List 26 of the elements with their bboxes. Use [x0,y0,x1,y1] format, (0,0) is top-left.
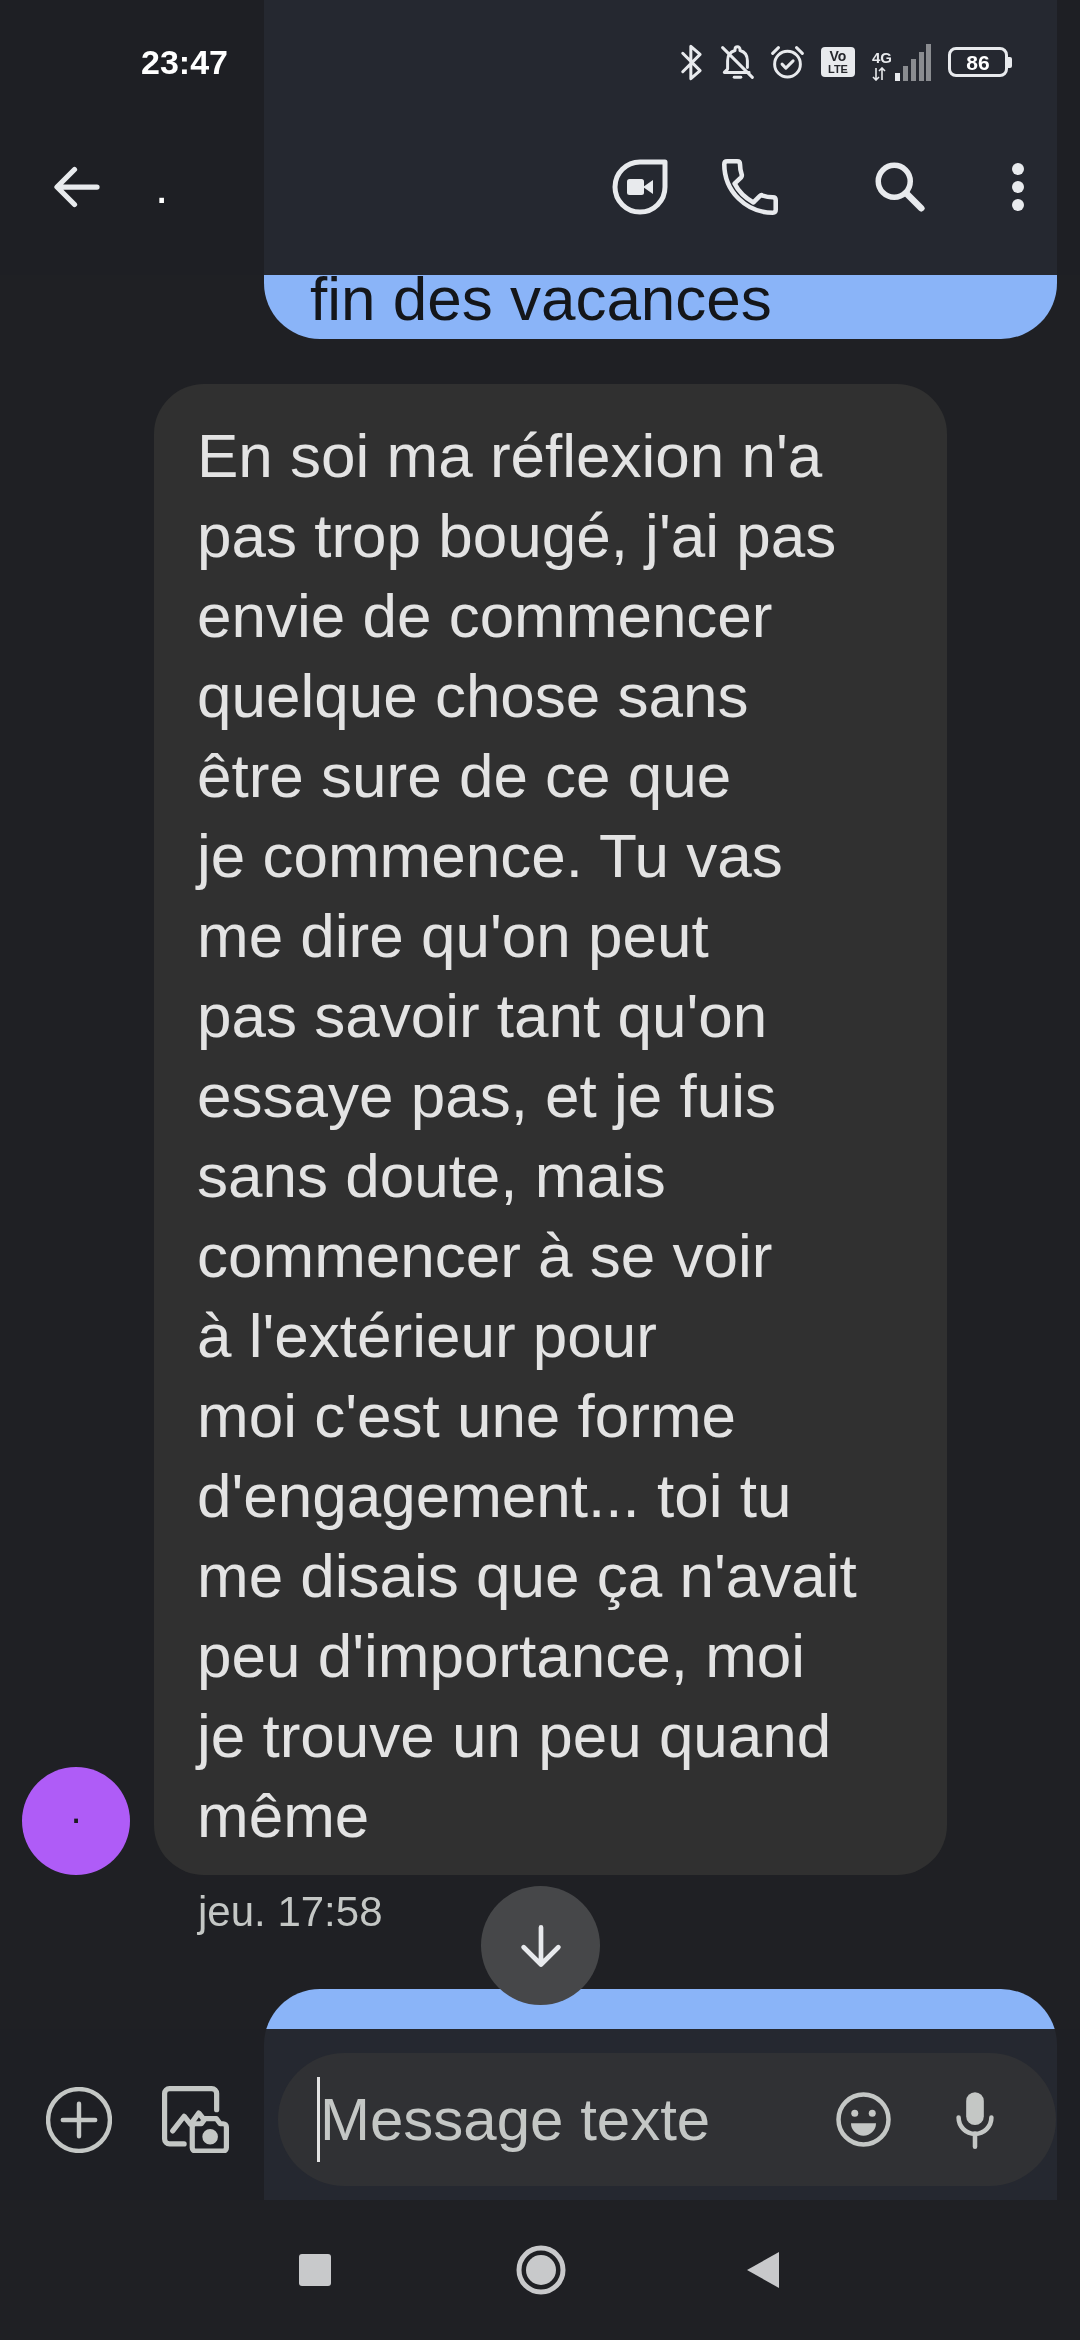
message-timestamp: jeu. 17:58 [198,1887,383,1937]
message-text: En soi ma réflexion n'a pas trop bougé, j'ai pas envie de commencer quelque chose sans être sure de ce que je commence. Tu vas me dire qu'on peut pas savoir tant qu'on essaye pas, et je fuis sans doute, mais commencer à se voir à l'extérieur pour moi c'est une forme d'engagement... toi tu me disais que ça n'avait peu d'importance, moi je trouve un peu quand même [197,420,858,1852]
status-time: 23:47 [141,42,228,82]
alarm-clock-icon [771,45,804,79]
nav-triangle-icon[interactable] [747,2252,779,2288]
network-type-label: 4G [872,49,892,66]
bluetooth-icon [680,43,704,81]
message-field[interactable]: Message texte [278,2053,1056,2186]
search-icon[interactable] [875,162,925,212]
bell-off-icon [721,44,754,80]
video-camera-icon[interactable] [612,159,668,215]
message-input[interactable]: Message texte [320,2079,790,2160]
contact-avatar: . [22,1767,130,1875]
message-text: fin des vacances [310,263,773,335]
arrow-down-icon [520,1924,561,1967]
arrow-left-icon[interactable] [54,166,100,208]
battery-indicator: 86 [948,47,1012,77]
volte-badge: Vo LTE [821,47,855,77]
contact-name: . [155,159,169,215]
smiley-icon[interactable] [836,2092,891,2147]
microphone-icon[interactable] [955,2090,995,2149]
data-arrows-icon [872,66,886,81]
signal-bars-icon [895,43,931,81]
nav-circle-icon[interactable] [516,2245,566,2295]
phone-icon[interactable] [722,159,778,215]
gallery-camera-icon[interactable] [162,2086,229,2153]
